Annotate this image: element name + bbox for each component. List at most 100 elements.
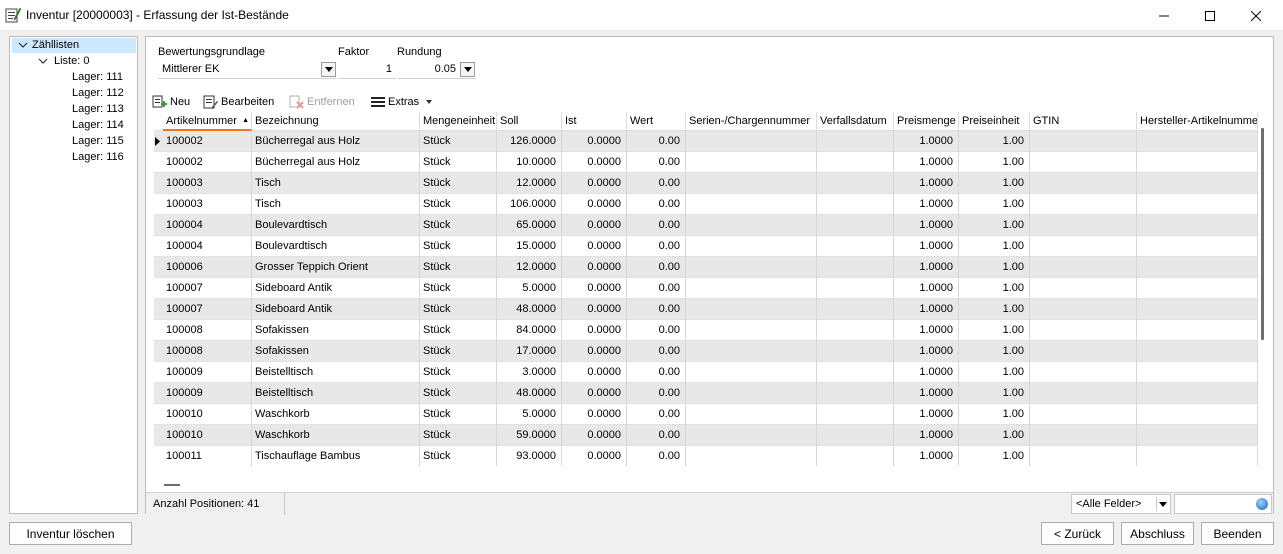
cell-preismenge[interactable]: 1.0000 (894, 320, 959, 341)
cell-verfallsdatum[interactable] (817, 446, 894, 466)
cell-serien-chargennummer[interactable] (686, 383, 817, 404)
cell-wert[interactable]: 0.00 (627, 446, 686, 466)
table-row[interactable]: 100010 Waschkorb Stück 59.0000 0.0000 0.00 1.0… (154, 425, 1258, 446)
cell-soll[interactable]: 48.0000 (497, 299, 562, 320)
cell-verfallsdatum[interactable] (817, 278, 894, 299)
cell-soll[interactable]: 126.0000 (497, 131, 562, 152)
cell-wert[interactable]: 0.00 (627, 131, 686, 152)
cell-bezeichnung[interactable]: Beistelltisch (252, 362, 420, 383)
cell-soll[interactable]: 93.0000 (497, 446, 562, 466)
scrollbar-thumb[interactable] (1261, 128, 1264, 340)
cell-bezeichnung[interactable]: Sideboard Antik (252, 278, 420, 299)
cell-preismenge[interactable]: 1.0000 (894, 152, 959, 173)
cell-serien-chargennummer[interactable] (686, 215, 817, 236)
cell-serien-chargennummer[interactable] (686, 341, 817, 362)
cell-wert[interactable]: 0.00 (627, 299, 686, 320)
cell-bezeichnung[interactable]: Grosser Teppich Orient (252, 257, 420, 278)
cell-preiseinheit[interactable]: 1.00 (959, 173, 1030, 194)
vertical-scrollbar[interactable] (1258, 112, 1267, 466)
cell-gtin[interactable] (1030, 341, 1137, 362)
cell-soll[interactable]: 3.0000 (497, 362, 562, 383)
cell-wert[interactable]: 0.00 (627, 425, 686, 446)
table-row[interactable]: 100003 Tisch Stück 12.0000 0.0000 0.00 1.0000 1… (154, 173, 1258, 194)
cell-wert[interactable]: 0.00 (627, 320, 686, 341)
chevron-down-icon[interactable] (18, 38, 28, 53)
cell-bezeichnung[interactable]: Boulevardtisch (252, 215, 420, 236)
cell-bezeichnung[interactable]: Sideboard Antik (252, 299, 420, 320)
cell-gtin[interactable] (1030, 404, 1137, 425)
cell-hersteller-artikelnummer[interactable] (1137, 341, 1258, 362)
cell-soll[interactable]: 5.0000 (497, 404, 562, 425)
finish-button[interactable]: Abschluss (1121, 522, 1194, 545)
cell-soll[interactable]: 12.0000 (497, 173, 562, 194)
cell-preiseinheit[interactable]: 1.00 (959, 341, 1030, 362)
cell-ist[interactable]: 0.0000 (562, 404, 627, 425)
table-row[interactable]: 100009 Beistelltisch Stück 48.0000 0.0000 0.0… (154, 383, 1258, 404)
cell-ist[interactable]: 0.0000 (562, 194, 627, 215)
cell-mengeneinheit[interactable]: Stück (420, 131, 497, 152)
cell-bezeichnung[interactable]: Beistelltisch (252, 383, 420, 404)
cell-preiseinheit[interactable]: 1.00 (959, 257, 1030, 278)
cell-preiseinheit[interactable]: 1.00 (959, 215, 1030, 236)
cell-bezeichnung[interactable]: Tisch (252, 173, 420, 194)
cell-hersteller-artikelnummer[interactable] (1137, 383, 1258, 404)
cell-gtin[interactable] (1030, 446, 1137, 466)
cell-verfallsdatum[interactable] (817, 425, 894, 446)
cell-gtin[interactable] (1030, 383, 1137, 404)
count-list-tree[interactable]: Zähllisten Liste: 0 Lager: 111 Lager: 11… (9, 36, 138, 514)
cell-artikelnummer[interactable]: 100007 (163, 299, 252, 320)
cell-mengeneinheit[interactable]: Stück (420, 236, 497, 257)
cell-bezeichnung[interactable]: Waschkorb (252, 425, 420, 446)
cell-gtin[interactable] (1030, 299, 1137, 320)
cell-ist[interactable]: 0.0000 (562, 341, 627, 362)
cell-gtin[interactable] (1030, 173, 1137, 194)
cell-artikelnummer[interactable]: 100003 (163, 173, 252, 194)
cell-mengeneinheit[interactable]: Stück (420, 173, 497, 194)
cell-ist[interactable]: 0.0000 (562, 320, 627, 341)
cell-serien-chargennummer[interactable] (686, 299, 817, 320)
column-header-artikelnummer[interactable]: Artikelnummer ▲ (163, 112, 252, 131)
close-button[interactable]: Beenden (1201, 522, 1274, 545)
cell-ist[interactable]: 0.0000 (562, 383, 627, 404)
cell-preismenge[interactable]: 1.0000 (894, 383, 959, 404)
cell-serien-chargennummer[interactable] (686, 320, 817, 341)
cell-wert[interactable]: 0.00 (627, 194, 686, 215)
cell-ist[interactable]: 0.0000 (562, 362, 627, 383)
new-button[interactable]: Neu (152, 93, 190, 111)
cell-ist[interactable]: 0.0000 (562, 299, 627, 320)
cell-wert[interactable]: 0.00 (627, 404, 686, 425)
dropdown-button[interactable] (1156, 497, 1169, 511)
cell-serien-chargennummer[interactable] (686, 257, 817, 278)
cell-artikelnummer[interactable]: 100002 (163, 152, 252, 173)
cell-hersteller-artikelnummer[interactable] (1137, 173, 1258, 194)
rundung-select[interactable]: 0.05 (398, 61, 476, 79)
bewertung-select[interactable]: Mittlerer EK (158, 61, 337, 79)
cell-verfallsdatum[interactable] (817, 362, 894, 383)
cell-ist[interactable]: 0.0000 (562, 257, 627, 278)
cell-preiseinheit[interactable]: 1.00 (959, 446, 1030, 466)
back-button[interactable]: < Zurück (1041, 522, 1114, 545)
cell-preismenge[interactable]: 1.0000 (894, 257, 959, 278)
cell-gtin[interactable] (1030, 257, 1137, 278)
cell-ist[interactable]: 0.0000 (562, 446, 627, 466)
cell-preiseinheit[interactable]: 1.00 (959, 425, 1030, 446)
dropdown-button[interactable] (460, 62, 475, 77)
cell-wert[interactable]: 0.00 (627, 236, 686, 257)
search-input[interactable] (1174, 494, 1272, 514)
table-row[interactable]: 100004 Boulevardtisch Stück 15.0000 0.0000 0.… (154, 236, 1258, 257)
cell-gtin[interactable] (1030, 236, 1137, 257)
cell-serien-chargennummer[interactable] (686, 194, 817, 215)
cell-gtin[interactable] (1030, 425, 1137, 446)
column-header-gtin[interactable]: GTIN (1030, 112, 1137, 131)
cell-mengeneinheit[interactable]: Stück (420, 257, 497, 278)
cell-gtin[interactable] (1030, 278, 1137, 299)
column-header-serien-chargennummer[interactable]: Serien-/Chargennummer (686, 112, 817, 131)
cell-soll[interactable]: 15.0000 (497, 236, 562, 257)
cell-serien-chargennummer[interactable] (686, 362, 817, 383)
cell-wert[interactable]: 0.00 (627, 152, 686, 173)
cell-preiseinheit[interactable]: 1.00 (959, 152, 1030, 173)
cell-hersteller-artikelnummer[interactable] (1137, 425, 1258, 446)
extras-menu-button[interactable]: Extras (371, 93, 433, 111)
tree-node-zaehllisten[interactable]: Zähllisten (12, 38, 136, 53)
tree-node-lager[interactable]: Lager: 114 (72, 118, 124, 133)
